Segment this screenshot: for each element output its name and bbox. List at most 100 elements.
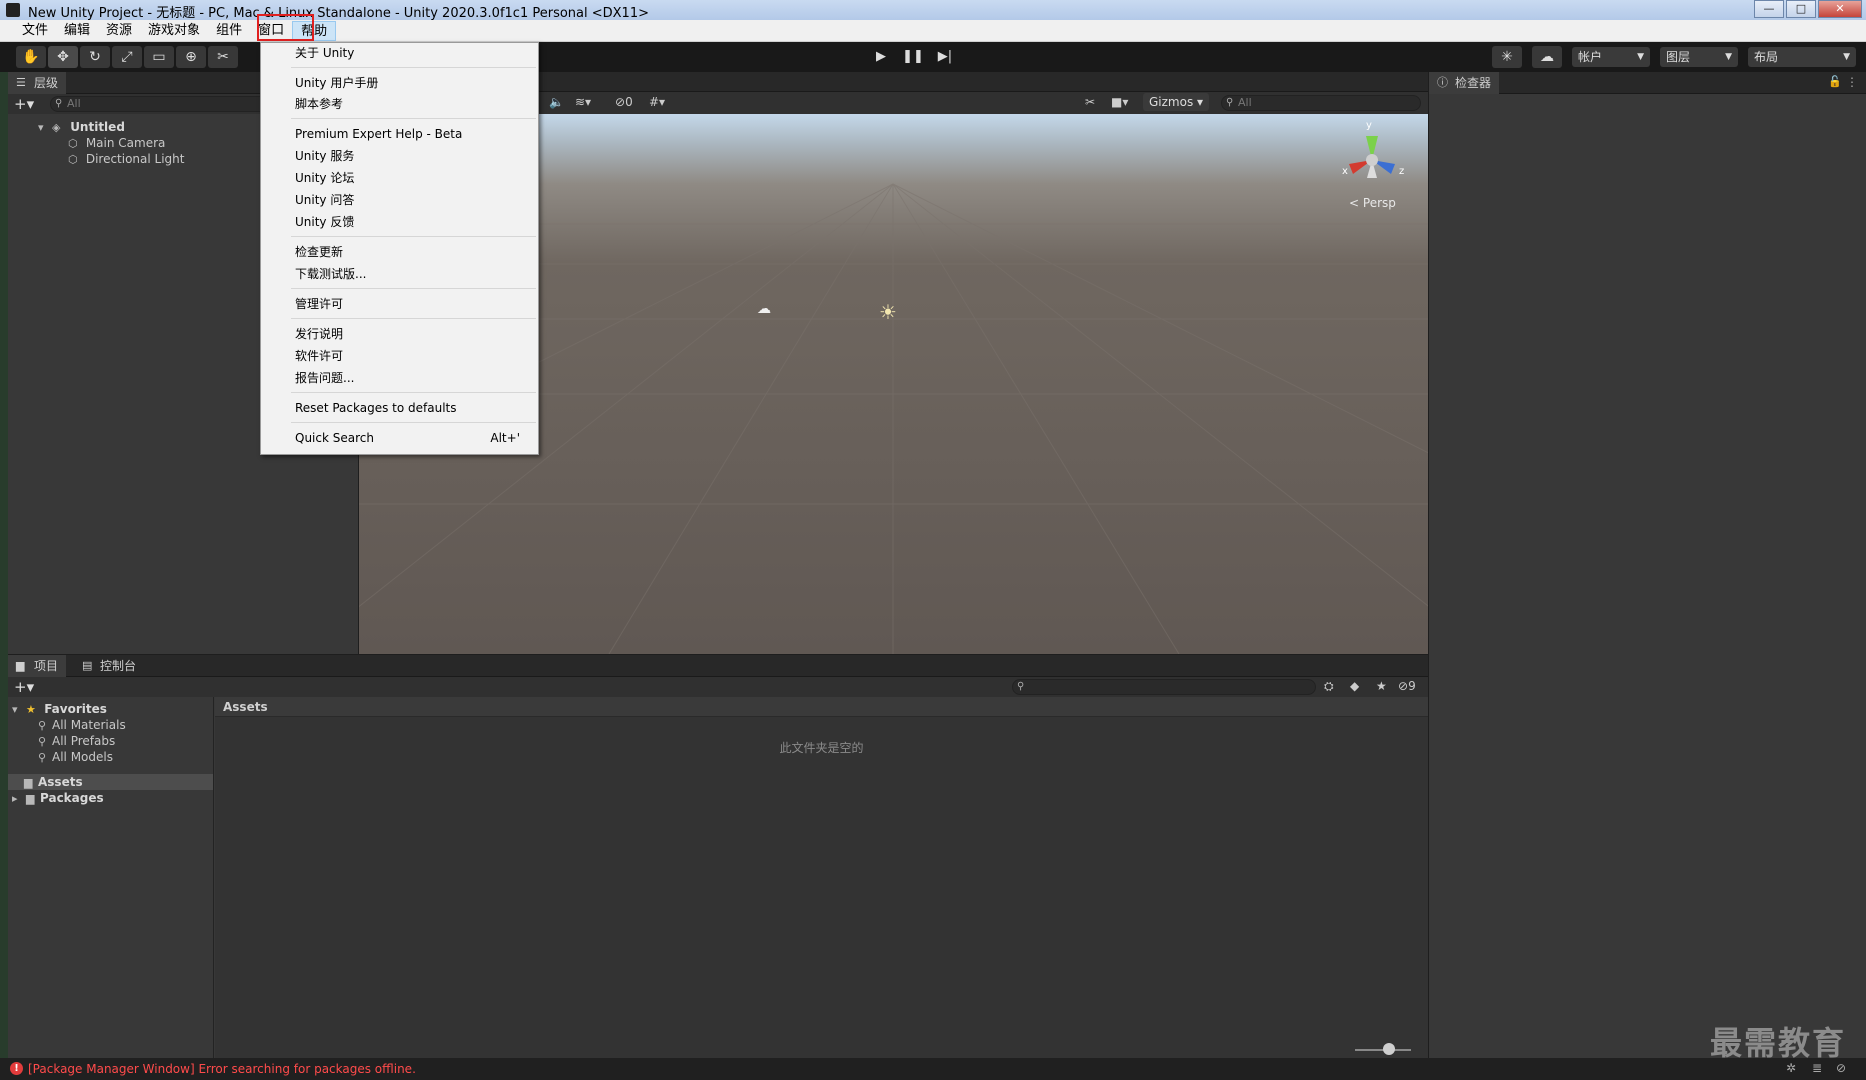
help-menu-highlight-box [257,14,314,41]
search-by-type-icon[interactable]: ⛭ [1324,679,1334,694]
menu-assets[interactable]: 资源 [98,21,140,41]
help-menu-unity-forum[interactable]: Unity 论坛 [261,168,538,189]
help-menu-quick-search[interactable]: Quick Search Alt+' [261,428,538,449]
collab-icon[interactable]: ✳ [1492,46,1522,68]
project-search-input[interactable]: ⚲ [1012,679,1316,695]
menu-component[interactable]: 组件 [208,21,250,41]
account-dropdown[interactable]: 帐户 ▼ [1572,47,1650,67]
lock-icon[interactable]: 🔓 [1828,75,1842,88]
help-menu-release-notes[interactable]: 发行说明 [261,324,538,345]
hierarchy-item-directional-light[interactable]: ⬡ Directional Light [68,151,185,167]
custom-tool-icon[interactable]: ✂ [208,46,238,68]
folder-label: Packages [40,791,104,805]
help-menu-software-licenses[interactable]: 软件许可 [261,346,538,367]
scene-visibility-toggle[interactable]: ⊘0 [615,95,633,109]
expand-arrow-icon: ▸ [12,792,18,805]
help-menu-manage-license[interactable]: 管理许可 [261,294,538,315]
favorite-star-icon[interactable]: ★ [1376,679,1387,693]
create-asset-button[interactable]: +▾ [14,677,34,697]
window-left-edge [0,72,8,1058]
asset-size-slider-handle[interactable] [1383,1043,1395,1055]
help-menu-reset-packages[interactable]: Reset Packages to defaults [261,398,538,419]
favorite-all-prefabs[interactable]: ⚲ All Prefabs [38,733,115,749]
move-tool-icon[interactable]: ✥ [48,46,78,68]
account-label: 帐户 [1578,50,1603,64]
axis-z-label: z [1399,166,1405,177]
tab-inspector[interactable]: ⓘ 检查器 [1429,72,1500,94]
gizmos-label: Gizmos [1149,95,1194,109]
camera-icon[interactable]: ■▾ [1111,95,1128,109]
rect-tool-icon[interactable]: ▭ [144,46,174,68]
help-menu-unity-feedback[interactable]: Unity 反馈 [261,212,538,233]
transform-tool-icon[interactable]: ⊕ [176,46,206,68]
add-object-button[interactable]: +▾ [14,94,34,114]
close-button[interactable]: ✕ [1818,0,1862,18]
minimize-button[interactable]: — [1754,0,1784,18]
empty-folder-message: 此文件夹是空的 [779,741,864,755]
play-button[interactable]: ▶ [866,46,896,68]
hierarchy-item-main-camera[interactable]: ⬡ Main Camera [68,135,165,151]
help-menu-check-for-updates[interactable]: 检查更新 [261,242,538,263]
status-error-message[interactable]: [Package Manager Window] Error searching… [28,1062,416,1076]
camera-gizmo-icon[interactable]: ☁ [757,301,771,317]
help-dropdown-menu: 关于 Unity Unity 用户手册 脚本参考 Premium Expert … [260,42,539,455]
axis-y-label: y [1366,120,1372,131]
gizmos-dropdown[interactable]: Gizmos ▾ [1143,93,1210,111]
hidden-packages-toggle[interactable]: ⊘9 [1398,679,1416,693]
help-menu-user-manual[interactable]: Unity 用户手册 [261,73,538,94]
tab-console[interactable]: ▤ 控制台 [74,655,144,677]
menu-file[interactable]: 文件 [14,21,56,41]
search-icon: ⚲ [38,751,47,764]
audio-toggle-icon[interactable]: 🔈 [549,95,564,109]
step-button[interactable]: ▶| [930,46,960,68]
more-options-icon[interactable]: ⋮ [1846,75,1858,89]
scene-root-item[interactable]: ▾ ◈ Untitled [38,119,125,135]
folder-packages[interactable]: ▸ ▆ Packages [12,790,104,806]
light-gizmo-icon[interactable]: ☀ [879,300,897,324]
cloud-icon[interactable]: ☁ [1532,46,1562,68]
search-by-label-icon[interactable]: ◆ [1350,679,1359,693]
pause-button[interactable]: ❚❚ [898,46,928,68]
tab-project[interactable]: ▆ 项目 [8,655,67,677]
status-bar: ! [Package Manager Window] Error searchi… [0,1058,1866,1080]
scene-search-placeholder: All [1238,96,1252,109]
help-menu-scripting-reference[interactable]: 脚本参考 [261,94,538,115]
favorite-label: All Materials [52,718,126,732]
info-icon: ⓘ [1437,76,1448,89]
folder-label: Assets [38,775,83,789]
menu-gameobject[interactable]: 游戏对象 [140,21,208,41]
help-menu-unity-services[interactable]: Unity 服务 [261,146,538,167]
scene-search-input[interactable]: ⚲ All [1221,95,1421,111]
eye-slash-icon: ⊘ [615,95,626,109]
orientation-gizmo-icon[interactable] [1327,120,1417,200]
hand-tool-icon[interactable]: ✋ [16,46,46,68]
search-icon: ⚲ [1017,681,1025,692]
effects-toggle-icon[interactable]: ≋▾ [575,95,591,109]
help-menu-premium-expert-help[interactable]: Premium Expert Help - Beta [261,124,538,145]
folder-icon: ▆ [24,776,33,789]
help-menu-report-a-bug[interactable]: 报告问题... [261,368,538,389]
menu-edit[interactable]: 编辑 [56,21,98,41]
axis-x-label: x [1342,166,1348,177]
help-menu-unity-answers[interactable]: Unity 问答 [261,190,538,211]
project-hidden-count: 9 [1408,679,1416,693]
grid-toggle-icon[interactable]: #▾ [649,95,665,109]
project-asset-view: Assets 此文件夹是空的 [215,697,1428,1058]
layers-dropdown[interactable]: 图层 ▼ [1660,47,1738,67]
assets-breadcrumb[interactable]: Assets [215,697,1428,717]
rotate-tool-icon[interactable]: ↻ [80,46,110,68]
expand-arrow-icon: ▾ [12,703,18,716]
folder-assets[interactable]: ▆ Assets [8,774,213,790]
layout-dropdown[interactable]: 布局 ▼ [1748,47,1856,67]
tools-icon[interactable]: ✂ [1085,95,1095,109]
scale-tool-icon[interactable]: ⤢ [112,46,142,68]
maximize-button[interactable]: □ [1786,0,1816,18]
perspective-toggle[interactable]: < Persp [1349,196,1396,210]
tab-hierarchy[interactable]: ☰ 层级 [8,72,67,94]
help-menu-about-unity[interactable]: 关于 Unity [261,43,538,64]
favorite-all-models[interactable]: ⚲ All Models [38,749,113,765]
help-menu-download-beta[interactable]: 下载测试版... [261,264,538,285]
favorites-item[interactable]: ▾ ★ Favorites [12,701,107,717]
favorite-all-materials[interactable]: ⚲ All Materials [38,717,126,733]
console-tab-label: 控制台 [100,659,137,673]
